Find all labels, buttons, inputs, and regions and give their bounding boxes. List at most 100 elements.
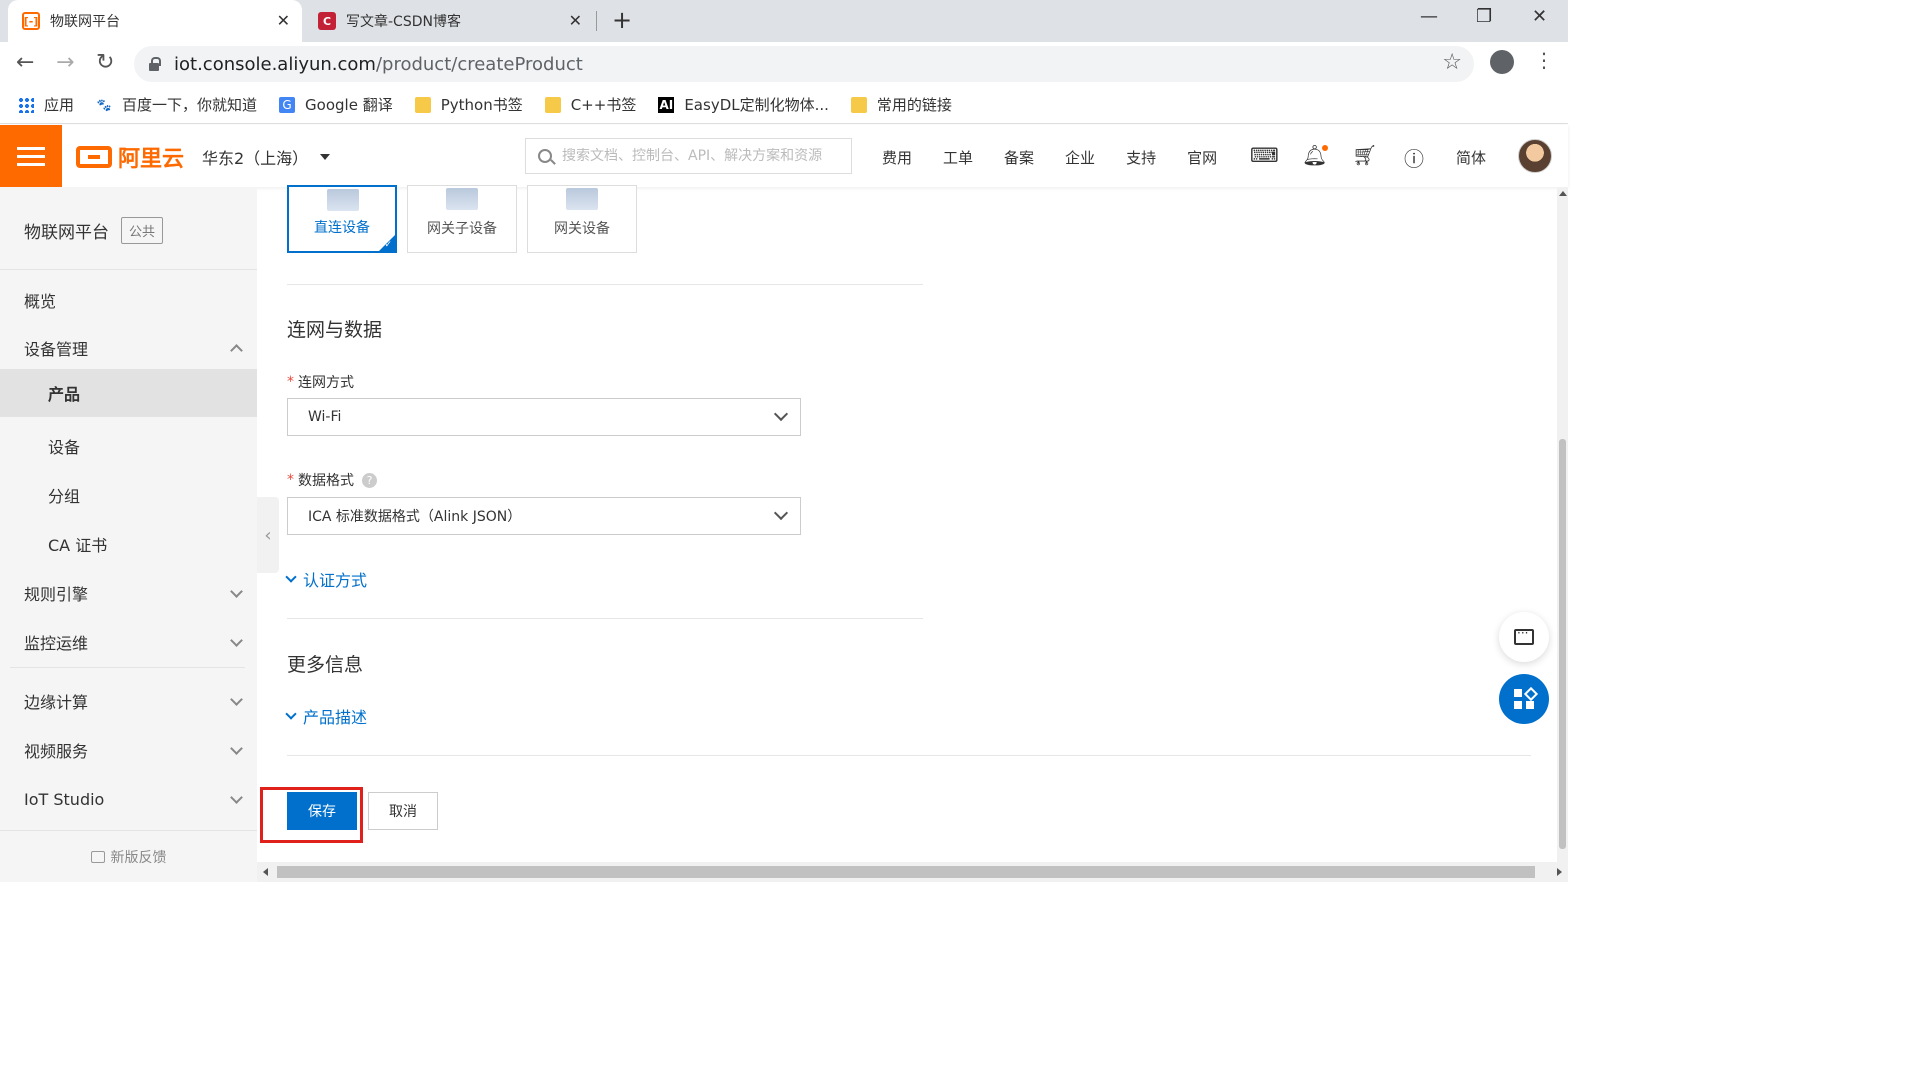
bookmark-baidu[interactable]: 🐾 百度一下，你就知道 [96, 94, 258, 115]
sidebar-item-devices[interactable]: 设备 [0, 422, 257, 470]
tab-csdn[interactable]: C 写文章-CSDN博客 ✕ [306, 0, 594, 42]
chat-bubble-icon [1514, 626, 1534, 645]
chevron-down-icon [773, 406, 789, 422]
chat-button[interactable] [1499, 612, 1549, 662]
aliyun-icon: [-] [22, 12, 40, 30]
node-type-direct-device[interactable]: 直连设备 ✓ [287, 185, 397, 253]
header-link-support[interactable]: 支持 [1126, 147, 1156, 168]
header-link-official[interactable]: 官网 [1187, 147, 1217, 168]
check-icon: ✓ [384, 240, 392, 250]
bookmark-star-icon[interactable]: ☆ [1442, 50, 1462, 75]
browser-menu-icon[interactable]: ⋮ [1534, 48, 1554, 72]
data-format-select[interactable]: ICA 标准数据格式（Alink JSON） [287, 497, 801, 535]
tab-title: 写文章-CSDN博客 [346, 14, 461, 30]
restore-icon[interactable]: ❐ [1476, 6, 1492, 27]
console-header: 阿里云 华东2（上海） 费用 工单 备案 企业 支持 官网 ⌨ 🔔︎ 🛒︎ ⓘ … [0, 125, 1568, 187]
chevron-down-icon [773, 505, 789, 521]
close-icon[interactable]: ✕ [277, 11, 290, 30]
select-value: Wi-Fi [308, 409, 342, 425]
apps-icon [1514, 689, 1534, 709]
sidebar-item-rule-engine[interactable]: 规则引擎 [0, 569, 257, 617]
url-path: /product/createProduct [375, 53, 583, 75]
sidebar-item-edge-computing[interactable]: 边缘计算 [0, 677, 257, 725]
hamburger-menu-icon[interactable] [0, 125, 62, 187]
ai-icon: AI [658, 96, 675, 113]
annotation-highlight-box [260, 787, 363, 843]
header-link-enterprise[interactable]: 企业 [1065, 147, 1095, 168]
bookmark-easydl[interactable]: AI EasyDL定制化物体... [658, 94, 829, 115]
url-input[interactable]: iot.console.aliyun.com/product/createPro… [134, 46, 1474, 82]
sidebar-item-device-management[interactable]: 设备管理 [0, 324, 257, 372]
apps-grid-icon [18, 96, 34, 113]
minimize-icon[interactable]: — [1420, 6, 1438, 27]
network-method-select[interactable]: Wi-Fi [287, 398, 801, 436]
sidebar-item-label: 监控运维 [24, 634, 89, 653]
node-type-gateway-device[interactable]: 网关设备 [527, 185, 637, 253]
field-label-text: 数据格式 [298, 473, 354, 489]
bookmark-label: EasyDL定制化物体... [684, 96, 829, 114]
sidebar-item-label: 设备 [48, 438, 81, 457]
sidebar-item-products[interactable]: 产品 [0, 369, 257, 417]
language-switch[interactable]: 简体 [1456, 147, 1486, 168]
back-arrow-icon[interactable]: ← [16, 50, 34, 75]
chevron-down-icon [230, 634, 243, 647]
bookmark-cpp[interactable]: C++书签 [544, 94, 637, 115]
node-type-label: 网关子设备 [427, 221, 497, 237]
bookmark-python[interactable]: Python书签 [414, 94, 523, 115]
auth-method-expander[interactable]: 认证方式 [285, 567, 367, 591]
help-icon[interactable]: ⓘ [1404, 143, 1424, 172]
chevron-down-icon [230, 791, 243, 804]
feedback-link[interactable]: 新版反馈 [0, 830, 257, 882]
notification-dot [1322, 145, 1328, 151]
scroll-right-icon[interactable] [1557, 868, 1562, 876]
sidebar-item-groups[interactable]: 分组 [0, 471, 257, 519]
scrollbar-thumb[interactable] [277, 866, 1535, 878]
instance-badge[interactable]: 公共 [121, 217, 164, 244]
url-host: iot.console.aliyun.com [174, 53, 376, 75]
section-title-network: 连网与数据 [287, 319, 383, 341]
close-icon[interactable]: ✕ [569, 11, 582, 30]
sidebar-item-video-service[interactable]: 视频服务 [0, 726, 257, 774]
window-close-icon[interactable]: ✕ [1532, 6, 1547, 27]
terminal-icon[interactable]: ⌨ [1250, 143, 1279, 167]
folder-icon [414, 96, 431, 113]
bookmark-google-translate[interactable]: G Google 翻译 [279, 94, 393, 115]
sidebar-title: 物联网平台 公共 [24, 217, 164, 244]
new-tab-icon[interactable]: + [612, 6, 632, 34]
sidebar-item-overview[interactable]: 概览 [0, 276, 257, 324]
baidu-icon: 🐾 [96, 97, 112, 112]
create-product-form: 直连设备 ✓ 网关子设备 网关设备 连网与数据 * 连网方式 Wi-Fi * 数… [257, 185, 1557, 862]
vertical-scrollbar[interactable] [1557, 187, 1568, 862]
question-icon[interactable]: ? [362, 472, 377, 488]
node-type-gateway-sub-device[interactable]: 网关子设备 [407, 185, 517, 253]
header-link-fees[interactable]: 费用 [882, 147, 912, 168]
avatar[interactable] [1518, 139, 1552, 173]
search-input[interactable] [562, 148, 842, 164]
sidebar-item-ca-cert[interactable]: CA 证书 [0, 520, 257, 568]
bookmark-label: 应用 [44, 96, 75, 114]
cancel-button[interactable]: 取消 [368, 792, 438, 830]
forward-arrow-icon[interactable]: → [56, 50, 74, 75]
bookmark-apps[interactable]: 应用 [18, 94, 74, 115]
bookmark-common-links[interactable]: 常用的链接 [850, 94, 952, 115]
header-link-icp[interactable]: 备案 [1004, 147, 1034, 168]
region-selector[interactable]: 华东2（上海） [202, 145, 331, 169]
scrollbar-thumb[interactable] [1559, 439, 1566, 849]
aliyun-logo[interactable]: 阿里云 [76, 141, 184, 173]
sidebar-item-label: 设备管理 [24, 340, 89, 359]
divider [287, 755, 1531, 756]
apps-button[interactable] [1499, 674, 1549, 724]
node-type-label: 直连设备 [314, 220, 370, 236]
product-description-expander[interactable]: 产品描述 [285, 704, 367, 728]
header-link-tickets[interactable]: 工单 [943, 147, 973, 168]
sidebar-item-monitoring[interactable]: 监控运维 [0, 618, 257, 666]
profile-icon[interactable] [1490, 50, 1514, 74]
scroll-up-icon[interactable] [1559, 191, 1567, 196]
tab-iot-platform[interactable]: [-] 物联网平台 ✕ [8, 0, 302, 42]
reload-icon[interactable]: ↻ [96, 50, 114, 75]
cart-icon[interactable]: 🛒︎ [1352, 143, 1377, 167]
horizontal-scrollbar[interactable] [257, 862, 1568, 882]
sidebar-item-iot-studio[interactable]: IoT Studio [0, 775, 257, 823]
scroll-left-icon[interactable] [263, 868, 268, 876]
bookmark-label: C++书签 [570, 96, 637, 114]
